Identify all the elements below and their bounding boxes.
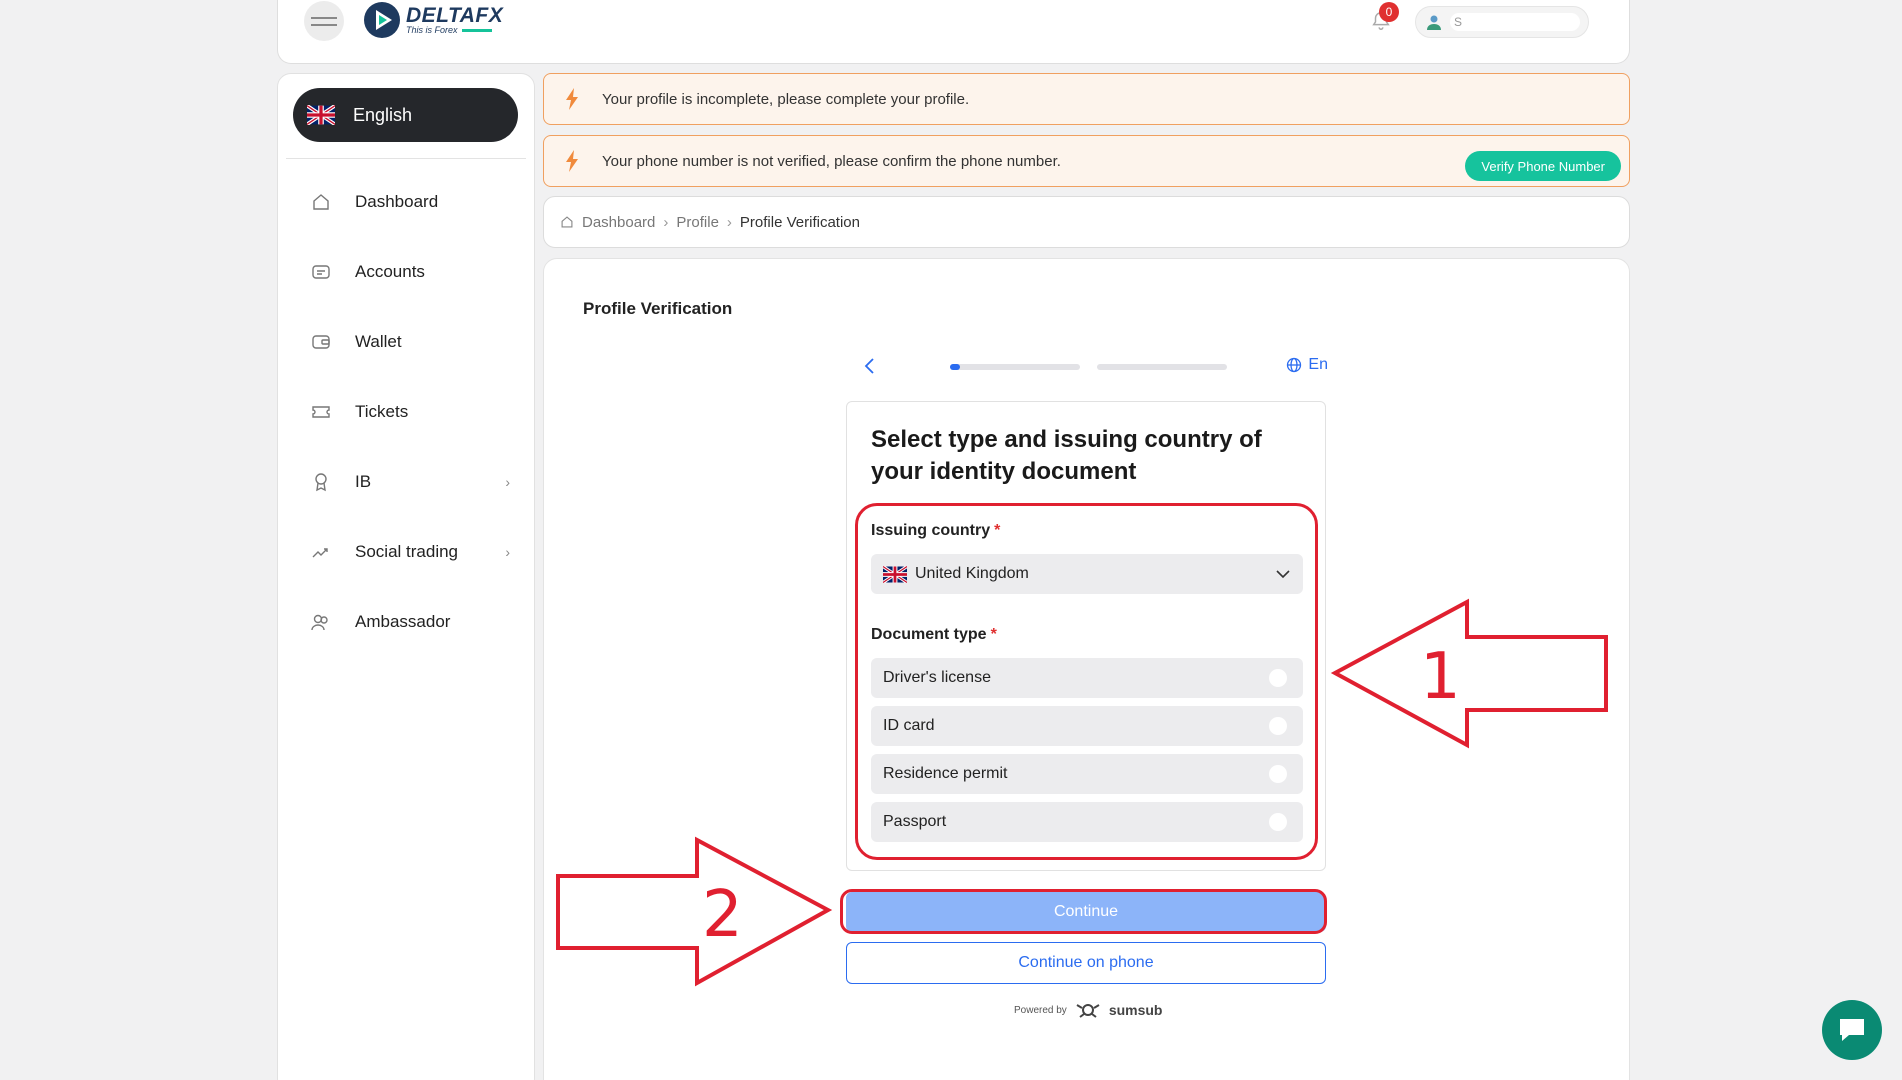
highlight-box-continue (840, 889, 1327, 934)
menu-icon (311, 16, 337, 26)
trend-icon (312, 548, 328, 558)
chevron-right-icon: › (505, 544, 510, 560)
sidebar-item-label: Wallet (355, 332, 402, 351)
award-icon (315, 473, 327, 492)
language-selector[interactable]: English (293, 88, 518, 142)
home-icon[interactable] (560, 215, 574, 229)
sidebar: English Dashboard Accounts Wallet Ticket… (277, 73, 535, 1080)
back-chevron-icon[interactable] (862, 357, 878, 375)
user-menu[interactable]: S (1415, 6, 1589, 38)
sidebar-item-ib[interactable]: IB › (278, 462, 536, 502)
hamburger-menu-button[interactable] (304, 1, 344, 41)
document-selection-heading: Select type and issuing country of your … (871, 426, 1262, 485)
sidebar-item-label: Accounts (355, 262, 425, 281)
sidebar-item-social-trading[interactable]: Social trading › (278, 532, 536, 572)
language-label: English (353, 104, 413, 125)
breadcrumb-current: Profile Verification (739, 213, 860, 231)
tagline-underline (461, 29, 492, 32)
sidebar-item-label: Ambassador (355, 612, 451, 631)
top-header: DELTAFX This is Forex 0 S (277, 0, 1630, 64)
ticket-icon (312, 406, 330, 418)
profile-incomplete-alert: Your profile is incomplete, please compl… (543, 73, 1630, 125)
phone-unverified-alert: Your phone number is not verified, pleas… (543, 135, 1630, 187)
page-title: Profile Verification (583, 299, 733, 318)
sidebar-item-label: IB (355, 472, 372, 491)
notification-count-badge: 0 (1379, 2, 1399, 22)
powered-by-sumsub: Powered by sumsub (1014, 1001, 1163, 1019)
continue-on-phone-button[interactable]: Continue on phone (846, 942, 1326, 984)
arrow-1-number: 1 (1420, 640, 1461, 714)
sidebar-item-label: Social trading (355, 542, 459, 561)
alert-text: Your profile is incomplete, please compl… (602, 90, 970, 108)
user-name: S (1450, 13, 1580, 31)
progress-step-2 (1097, 364, 1227, 370)
arrow-2-number: 2 (702, 878, 743, 952)
chat-support-button[interactable] (1822, 1000, 1882, 1060)
alert-text: Your phone number is not verified, pleas… (602, 152, 1061, 170)
wallet-icon (312, 335, 330, 349)
breadcrumb: Dashboard › Profile › Profile Verificati… (543, 196, 1630, 248)
sumsub-brand: sumsub (1108, 1002, 1163, 1018)
sidebar-item-accounts[interactable]: Accounts (278, 252, 536, 292)
sidebar-item-ambassador[interactable]: Ambassador (278, 602, 536, 642)
sumsub-logo-icon (1076, 1004, 1100, 1018)
breadcrumb-dashboard[interactable]: Dashboard (582, 214, 655, 231)
sdk-language-selector[interactable]: En (1286, 356, 1328, 374)
brand-name: DELTAFX (406, 4, 504, 27)
user-avatar-icon (1427, 15, 1441, 30)
globe-icon (1287, 357, 1302, 373)
lightning-icon (566, 88, 578, 110)
chevron-right-icon: › (505, 474, 510, 490)
verify-phone-button[interactable]: Verify Phone Number (1465, 151, 1621, 181)
sidebar-item-label: Dashboard (355, 192, 439, 211)
breadcrumb-profile[interactable]: Profile (676, 214, 719, 231)
accounts-icon (312, 265, 330, 279)
sidebar-item-wallet[interactable]: Wallet (278, 322, 536, 362)
progress-step-fill (950, 364, 960, 370)
breadcrumb-separator: › (663, 213, 669, 231)
users-icon (311, 614, 328, 631)
home-icon (313, 194, 329, 210)
sdk-language-label: En (1308, 356, 1328, 373)
sidebar-divider (286, 158, 526, 159)
progress-step-1 (950, 364, 1080, 370)
deltafx-logo-icon (364, 2, 400, 38)
powered-by-label: Powered by (1014, 1004, 1067, 1016)
sdk-progress-bar: En (862, 355, 1328, 379)
uk-flag-icon (307, 105, 335, 125)
brand-tagline: This is Forex (406, 25, 458, 35)
breadcrumb-separator: › (726, 213, 732, 231)
sidebar-item-tickets[interactable]: Tickets (278, 392, 536, 432)
lightning-icon (566, 150, 578, 172)
highlight-box-document-fields (855, 503, 1318, 860)
deltafx-logo[interactable]: DELTAFX This is Forex (362, 0, 503, 40)
sidebar-item-dashboard[interactable]: Dashboard (278, 182, 536, 222)
sidebar-item-label: Tickets (355, 402, 409, 421)
chat-icon (1840, 1019, 1864, 1041)
